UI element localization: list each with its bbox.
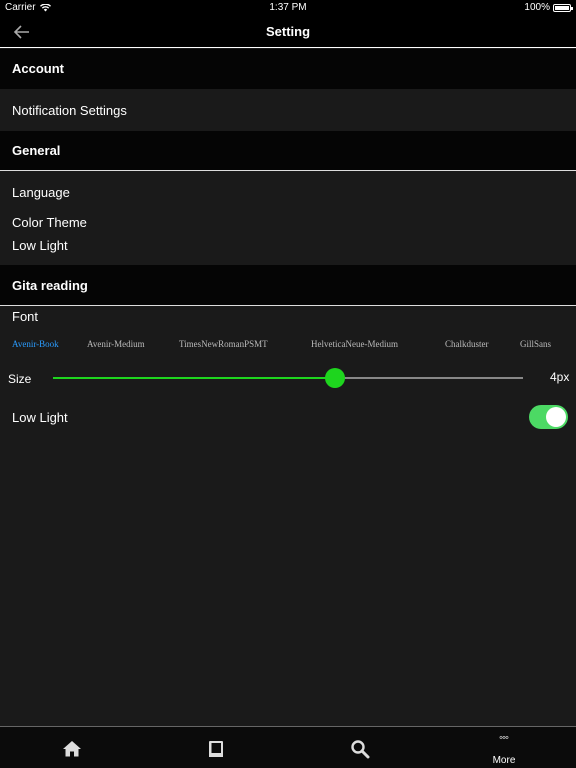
section-title: Account xyxy=(12,61,64,76)
font-selector: Avenir-Book Avenir-Medium TimesNewRomanP… xyxy=(0,339,576,351)
size-slider[interactable] xyxy=(53,368,523,388)
section-header-account: Account xyxy=(0,49,576,89)
tab-more-label: More xyxy=(492,755,516,766)
slider-fill xyxy=(53,377,335,379)
font-option[interactable]: Chalkduster xyxy=(445,339,489,349)
low-light-label: Low Light xyxy=(12,410,68,425)
battery-percent: 100% xyxy=(524,2,550,13)
toggle-knob xyxy=(546,407,566,427)
language-row[interactable]: Language xyxy=(12,185,70,200)
status-time: 1:37 PM xyxy=(269,2,307,13)
tab-search[interactable] xyxy=(288,727,432,768)
font-option[interactable]: HelveticaNeue-Medium xyxy=(311,339,398,349)
slider-thumb[interactable] xyxy=(325,368,345,388)
section-header-gita-reading: Gita reading xyxy=(0,265,576,306)
tab-more[interactable]: More xyxy=(432,727,576,768)
home-icon xyxy=(63,741,81,757)
more-icon xyxy=(499,736,509,739)
size-label: Size xyxy=(8,372,32,386)
notification-settings-row[interactable]: Notification Settings xyxy=(12,103,127,118)
font-option[interactable]: TimesNewRomanPSMT xyxy=(179,339,268,349)
font-option[interactable]: Avenir-Book xyxy=(12,339,59,349)
color-theme-row[interactable]: Color Theme xyxy=(12,215,87,230)
tab-book[interactable] xyxy=(144,727,288,768)
tab-home[interactable] xyxy=(0,727,144,768)
search-icon xyxy=(351,740,370,759)
low-light-toggle[interactable] xyxy=(529,405,568,429)
section-title: Gita reading xyxy=(12,278,88,293)
size-value: 4px xyxy=(550,370,570,384)
page-title: Setting xyxy=(265,24,311,39)
low-light-row[interactable]: Low Light xyxy=(12,238,68,253)
section-title: General xyxy=(12,143,61,158)
font-option[interactable]: GillSans xyxy=(520,339,551,349)
tab-bar: More xyxy=(0,726,576,768)
font-label: Font xyxy=(12,309,39,324)
size-slider-row: Size 4px xyxy=(0,368,576,388)
font-option[interactable]: Avenir-Medium xyxy=(87,339,145,349)
battery-info: 100% xyxy=(524,2,573,13)
section-header-general: General xyxy=(0,131,576,171)
status-bar: Carrier 1:37 PM 100% xyxy=(0,0,576,16)
book-icon xyxy=(209,741,223,757)
nav-bar: Setting xyxy=(0,16,576,48)
battery-icon xyxy=(553,3,573,12)
